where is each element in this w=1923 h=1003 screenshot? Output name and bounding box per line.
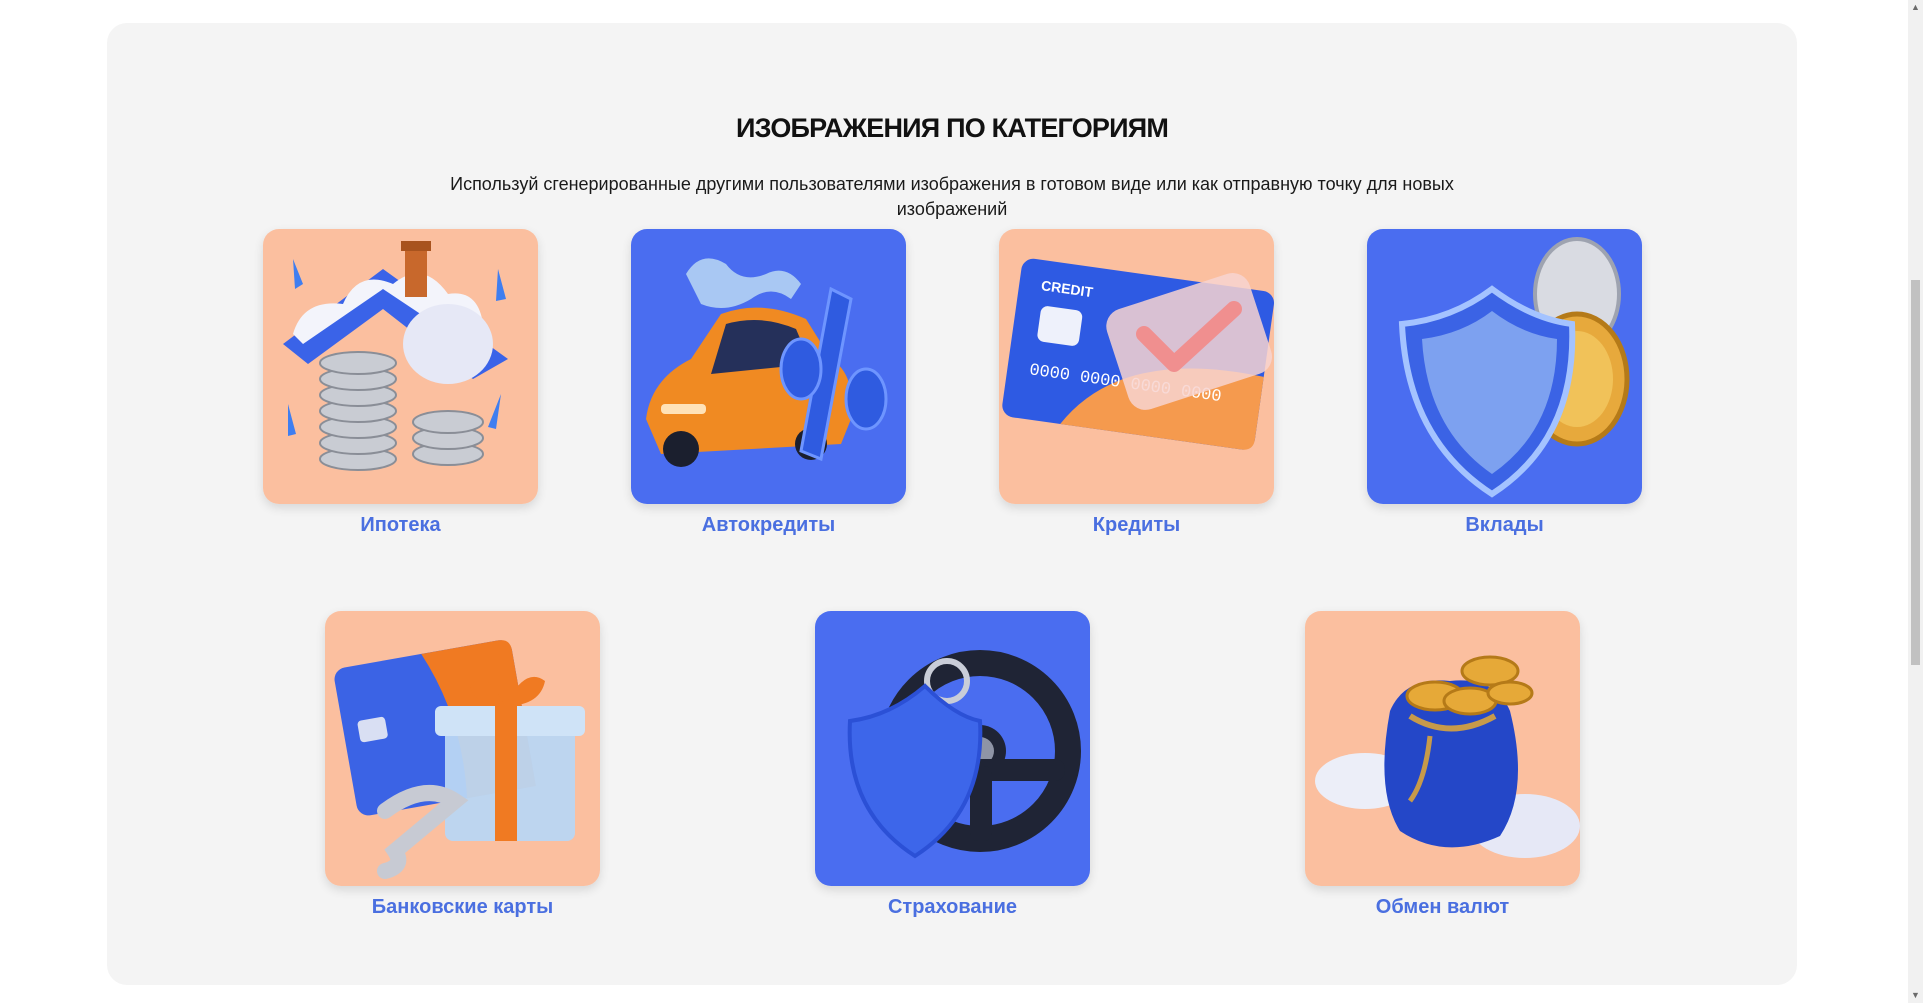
scroll-up-arrow-icon[interactable]: ▲ [1908, 0, 1923, 15]
category-label[interactable]: Банковские карты [325, 896, 600, 919]
category-label[interactable]: Обмен валют [1305, 896, 1580, 919]
scroll-down-arrow-icon[interactable]: ▼ [1908, 988, 1923, 1003]
section-subtitle: Используй сгенерированные другими пользо… [450, 174, 1454, 219]
card-gift-icon[interactable] [325, 611, 600, 886]
category-card-deposits[interactable]: Вклады [1367, 229, 1642, 537]
category-card-insurance[interactable]: Страхование [815, 611, 1090, 919]
mortgage-house-coins-icon[interactable] [263, 229, 538, 504]
category-card-mortgage[interactable]: Ипотека [263, 229, 538, 537]
category-label[interactable]: Автокредиты [631, 514, 906, 537]
car-percent-icon[interactable] [631, 229, 906, 504]
steering-wheel-shield-icon[interactable] [815, 611, 1090, 886]
credit-card-check-icon[interactable]: CREDIT 0000 0000 0000 0000 [999, 229, 1274, 504]
page-scrollbar[interactable]: ▲ ▼ [1908, 0, 1923, 1003]
shield-coins-icon[interactable] [1367, 229, 1642, 504]
category-card-currency-exchange[interactable]: Обмен валют [1305, 611, 1580, 919]
category-card-auto-loans[interactable]: Автокредиты [631, 229, 906, 537]
category-card-credits[interactable]: CREDIT 0000 0000 0000 0000 Кредиты [999, 229, 1274, 537]
coin-bag-icon[interactable] [1305, 611, 1580, 886]
section-title: ИЗОБРАЖЕНИЯ ПО КАТЕГОРИЯМ [735, 113, 1169, 143]
category-label[interactable]: Кредиты [999, 514, 1274, 537]
category-label[interactable]: Ипотека [263, 514, 538, 537]
category-card-bank-cards[interactable]: Банковские карты [325, 611, 600, 919]
category-label[interactable]: Страхование [815, 896, 1090, 919]
category-label[interactable]: Вклады [1367, 514, 1642, 537]
scrollbar-thumb[interactable] [1911, 280, 1920, 665]
categories-section: ИЗОБРАЖЕНИЯ ПО КАТЕГОРИЯМ Используй сген… [107, 23, 1797, 985]
